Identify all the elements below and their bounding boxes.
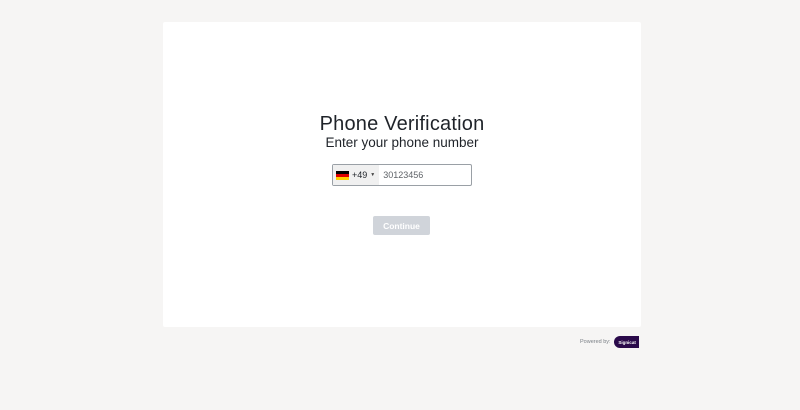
page: Phone Verification Enter your phone numb…: [0, 0, 800, 410]
germany-flag-icon: [336, 170, 349, 180]
phone-input[interactable]: [379, 165, 474, 185]
logo-text: Signicat: [618, 339, 636, 345]
signicat-logo[interactable]: Signicat: [613, 336, 639, 348]
page-subtitle: Enter your phone number: [325, 135, 479, 150]
page-title: Phone Verification: [319, 113, 485, 135]
continue-button[interactable]: Continue: [373, 216, 430, 235]
verification-card: Phone Verification Enter your phone numb…: [163, 22, 641, 327]
phone-number-field: +49 ▼: [332, 164, 474, 186]
powered-by: Powered by: Signicat: [580, 336, 639, 348]
chevron-down-icon: ▼: [370, 172, 376, 178]
powered-by-label: Powered by:: [580, 339, 611, 345]
country-code-select[interactable]: +49 ▼: [333, 165, 380, 185]
dial-code: +49: [352, 170, 368, 180]
